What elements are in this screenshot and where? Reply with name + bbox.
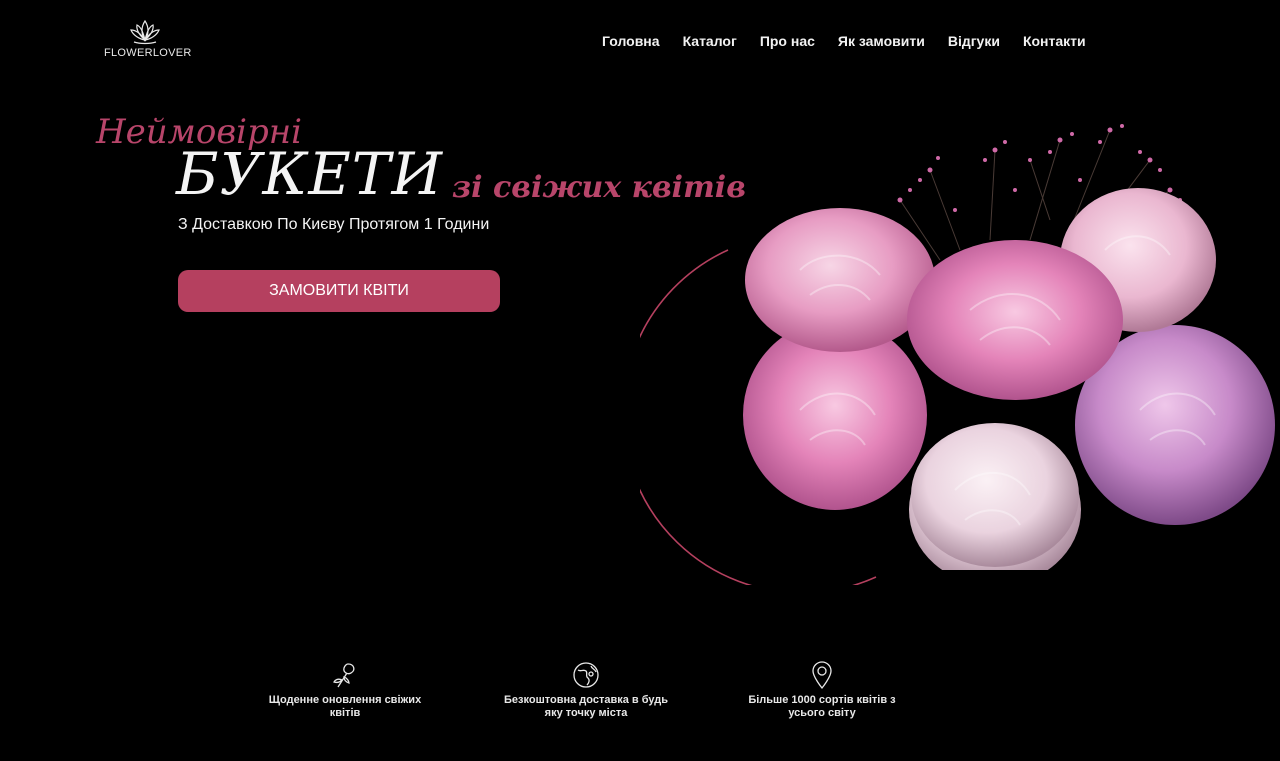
feature-varieties-text-2: усього світу [788, 707, 856, 719]
globe-delivery-icon [573, 662, 599, 688]
brand-name: FLOWERLOVER [104, 47, 192, 59]
feature-free-delivery-text-1: Безкоштовна доставка в будь [504, 694, 668, 706]
feature-free-delivery-text-2: яку точку міста [544, 707, 628, 719]
nav-item-reviews[interactable]: Відгуки [948, 33, 1000, 49]
location-pin-icon [812, 661, 832, 690]
feature-varieties-text-1: Більше 1000 сортів квітів з [748, 694, 896, 706]
hero-subtitle: З Доставкою По Києву Протягом 1 Години [178, 216, 490, 233]
brand-logo[interactable]: FLOWERLOVER [104, 18, 192, 59]
peony-bouquet-image [743, 124, 1275, 570]
hero-headline-bouquets: БУКЕТИ [176, 140, 444, 208]
nav-item-about[interactable]: Про нас [760, 33, 815, 49]
main-nav: Головна Каталог Про нас Як замовити Відг… [602, 33, 1086, 49]
lotus-icon [130, 19, 160, 45]
nav-item-catalog[interactable]: Каталог [683, 33, 737, 49]
feature-varieties: Більше 1000 сортів квітів з усього світу [740, 660, 904, 720]
nav-item-home[interactable]: Головна [602, 33, 660, 49]
order-flowers-button[interactable]: Замовити квіти [178, 270, 500, 312]
rose-icon [333, 663, 355, 688]
hero-headline-fresh-flowers: зі свіжих квітів [452, 170, 746, 205]
feature-daily-update-text-1: Щоденне оновлення свіжих [268, 694, 422, 706]
nav-item-contacts[interactable]: Контакти [1023, 33, 1086, 49]
features-strip: Щоденне оновлення свіжих квітів Безкошто… [0, 660, 1280, 740]
feature-daily-update-text-2: квітів [329, 707, 361, 719]
nav-item-how-to-order[interactable]: Як замовити [838, 33, 925, 49]
feature-free-delivery: Безкоштовна доставка в будь яку точку мі… [498, 660, 674, 720]
feature-daily-update: Щоденне оновлення свіжих квітів [262, 660, 428, 720]
